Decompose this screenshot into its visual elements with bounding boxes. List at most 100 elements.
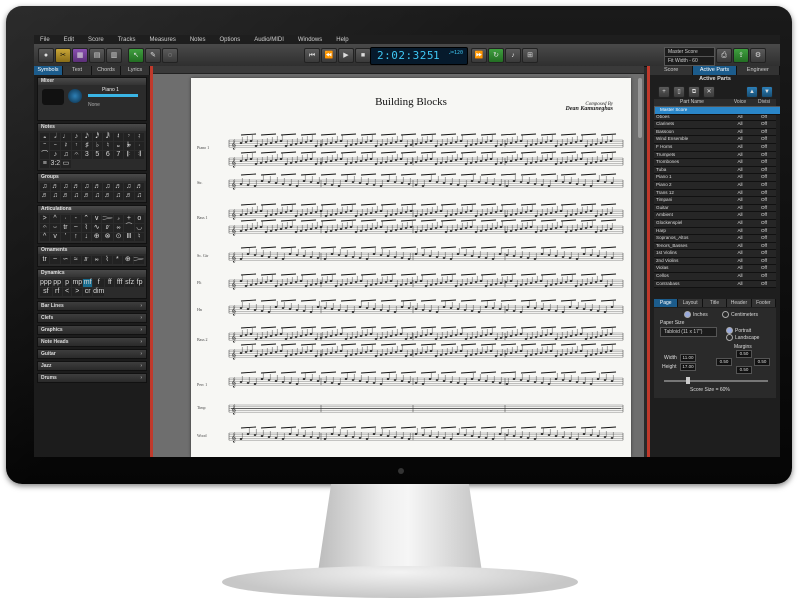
note-head[interactable]	[414, 161, 418, 163]
note-head[interactable]	[547, 434, 551, 436]
note-head[interactable]	[386, 378, 390, 380]
note-head[interactable]	[554, 211, 558, 213]
note-head[interactable]	[534, 353, 538, 355]
loop-button[interactable]: ↻	[488, 48, 504, 63]
note-head[interactable]	[435, 256, 439, 258]
note-head[interactable]	[589, 434, 593, 436]
down-arrow-icon[interactable]: ▼	[761, 86, 773, 98]
part-voice[interactable]: All	[728, 228, 752, 235]
note-head[interactable]	[539, 230, 543, 232]
note-head[interactable]	[444, 161, 448, 163]
note-head[interactable]	[470, 255, 474, 257]
pencil-tool-button[interactable]: ✎	[145, 48, 161, 63]
note-head[interactable]	[474, 353, 478, 355]
part-voice[interactable]: All	[728, 235, 752, 242]
note-head[interactable]	[372, 308, 376, 310]
part-divisi[interactable]: Off	[752, 136, 776, 143]
note-head[interactable]	[559, 282, 563, 284]
note-head[interactable]	[329, 280, 333, 282]
symbol-button[interactable]: 𝄆	[124, 151, 134, 159]
symbol-button[interactable]: 𝅗𝅥	[50, 133, 61, 141]
note-head[interactable]	[547, 309, 551, 311]
note-head[interactable]	[281, 438, 285, 440]
note-head[interactable]	[498, 184, 502, 186]
note-head[interactable]	[435, 311, 439, 313]
note-head[interactable]	[579, 140, 583, 142]
note-head[interactable]	[349, 282, 353, 284]
note-head[interactable]	[564, 231, 568, 233]
note-head[interactable]	[302, 180, 306, 182]
note-head[interactable]	[424, 334, 428, 336]
note-head[interactable]	[253, 185, 257, 187]
table-row[interactable]: Timpani All Off	[654, 197, 776, 205]
note-head[interactable]	[351, 181, 355, 183]
note-head[interactable]	[319, 210, 323, 212]
margin-top-field[interactable]: 0.50	[736, 350, 752, 358]
note-head[interactable]	[579, 350, 583, 352]
note-head[interactable]	[524, 163, 528, 165]
symbol-button[interactable]: ↓	[81, 233, 91, 241]
record-button[interactable]: ●	[38, 48, 54, 63]
note-head[interactable]	[414, 253, 418, 255]
note-head[interactable]	[304, 159, 308, 161]
volume-slider[interactable]	[88, 94, 138, 97]
note-head[interactable]	[449, 307, 453, 309]
note-head[interactable]	[289, 226, 293, 228]
note-head[interactable]	[444, 353, 448, 355]
note-head[interactable]	[524, 227, 528, 229]
part-voice[interactable]: All	[728, 205, 752, 212]
layout-button[interactable]: ▤	[89, 48, 105, 63]
note-head[interactable]	[459, 140, 463, 142]
note-head[interactable]	[484, 351, 488, 353]
note-head[interactable]	[274, 229, 278, 231]
note-head[interactable]	[514, 229, 518, 231]
note-head[interactable]	[568, 437, 572, 439]
note-head[interactable]	[559, 226, 563, 228]
note-head[interactable]	[400, 182, 404, 184]
note-head[interactable]	[596, 180, 600, 182]
note-head[interactable]	[584, 338, 588, 340]
note-head[interactable]	[509, 280, 513, 282]
clef-icon[interactable]: 𝄞	[231, 432, 236, 443]
note-head[interactable]	[409, 354, 413, 356]
symbol-button[interactable]: 𝄐	[40, 224, 50, 232]
note-head[interactable]	[554, 180, 558, 182]
note-head[interactable]	[349, 144, 353, 146]
part-voice[interactable]: All	[728, 152, 752, 159]
note-head[interactable]	[302, 435, 306, 437]
export-button[interactable]: ⇪	[733, 48, 749, 63]
note-head[interactable]	[568, 380, 572, 382]
note-head[interactable]	[288, 308, 292, 310]
part-divisi[interactable]: Off	[752, 265, 776, 272]
menu-score[interactable]: Score	[88, 37, 104, 43]
note-head[interactable]	[559, 210, 563, 212]
note-head[interactable]	[365, 183, 369, 185]
note-head[interactable]	[284, 145, 288, 147]
symbol-button[interactable]: ⊕	[123, 256, 133, 264]
note-head[interactable]	[533, 438, 537, 440]
note-head[interactable]	[464, 145, 468, 147]
note-head[interactable]	[539, 280, 543, 282]
note-head[interactable]	[400, 257, 404, 259]
symbol-button[interactable]: Ⅲ	[124, 233, 134, 241]
note-head[interactable]	[314, 227, 318, 229]
note-head[interactable]	[379, 383, 383, 385]
note-head[interactable]	[429, 228, 433, 230]
symbol-button[interactable]: ⁀	[124, 224, 134, 232]
note-head[interactable]	[549, 350, 553, 352]
note-head[interactable]	[582, 253, 586, 255]
note-head[interactable]	[284, 163, 288, 165]
note-head[interactable]	[386, 180, 390, 182]
note-head[interactable]	[469, 282, 473, 284]
note-head[interactable]	[579, 284, 583, 286]
note-head[interactable]	[554, 255, 558, 257]
note-head[interactable]	[264, 161, 268, 163]
note-head[interactable]	[524, 355, 528, 357]
note-head[interactable]	[454, 351, 458, 353]
symbol-button[interactable]: ppp	[40, 279, 52, 287]
note-head[interactable]	[314, 355, 318, 357]
note-head[interactable]	[559, 354, 563, 356]
note-head[interactable]	[384, 215, 388, 217]
note-head[interactable]	[469, 210, 473, 212]
note-head[interactable]	[399, 228, 403, 230]
